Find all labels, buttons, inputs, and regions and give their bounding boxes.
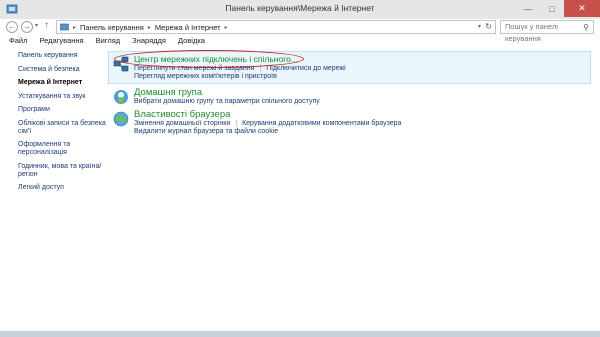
category-links-row: Вибрати домашню групу та параметри спіль… xyxy=(134,98,320,105)
category-title-internet-options[interactable]: Властивості браузера xyxy=(134,109,230,120)
back-button[interactable]: ← xyxy=(6,21,18,33)
breadcrumb-chevron-icon: ▸ xyxy=(73,24,77,31)
sidebar: Панель керування Система й безпека Мереж… xyxy=(18,52,108,198)
menu-view[interactable]: Вигляд xyxy=(96,36,121,48)
taskbar xyxy=(0,331,600,337)
navigation-bar: ← → ▾ ↑ ▸ Панель керування ▸ Мережа й Ін… xyxy=(0,19,600,43)
menu-bar: Файл Редагування Вигляд Знаряддя Довідка xyxy=(0,36,600,48)
window-controls: — □ ✕ xyxy=(516,0,600,17)
sidebar-item-appearance[interactable]: Оформлення та персоналізація xyxy=(18,141,108,157)
link-change-home-page[interactable]: Змінення домашньої сторінки xyxy=(134,120,230,127)
menu-file[interactable]: Файл xyxy=(9,36,27,48)
category-links-row: Перегляд мережних комп'ютерів і пристрої… xyxy=(134,73,277,80)
back-arrow-icon: ← xyxy=(8,22,16,31)
link-manage-addons[interactable]: Керування додатковими компонентами брауз… xyxy=(242,120,401,127)
menu-tools[interactable]: Знаряддя xyxy=(132,36,166,48)
up-button[interactable]: ↑ xyxy=(44,20,49,31)
search-icon[interactable]: ⚲ xyxy=(583,22,589,34)
link-view-network-computers[interactable]: Перегляд мережних комп'ютерів і пристрої… xyxy=(134,73,277,80)
category-links-row: Видалити журнал браузера та файли cookie xyxy=(134,128,278,135)
link-delete-browsing-history[interactable]: Видалити журнал браузера та файли cookie xyxy=(134,128,278,135)
sidebar-item-programs[interactable]: Програми xyxy=(18,106,108,114)
address-dropdown-icon[interactable]: ▾ xyxy=(478,23,481,30)
annotation-highlight-oval xyxy=(114,50,304,68)
link-choose-homegroup[interactable]: Вибрати домашню групу та параметри спіль… xyxy=(134,98,320,105)
search-input[interactable]: Пошук у панелі керування ⚲ xyxy=(500,20,594,43)
breadcrumb-control-panel[interactable]: Панель керування xyxy=(80,23,144,32)
control-panel-small-icon xyxy=(60,23,69,30)
sidebar-item-ease-of-access[interactable]: Легкий доступ xyxy=(18,184,108,192)
breadcrumb-network-internet[interactable]: Мережа й Інтернет xyxy=(155,23,221,32)
menu-help[interactable]: Довідка xyxy=(178,36,205,48)
forward-arrow-icon: → xyxy=(23,22,31,31)
category-internet-options: Властивості браузера Змінення домашньої … xyxy=(113,109,593,137)
sidebar-item-network-internet: Мережа й Інтернет xyxy=(18,79,83,86)
link-separator: | xyxy=(235,120,238,127)
sidebar-item-system-security[interactable]: Система й безпека xyxy=(18,66,108,74)
homegroup-icon xyxy=(114,90,128,104)
category-title-homegroup[interactable]: Домашня група xyxy=(134,87,202,98)
maximize-button[interactable]: □ xyxy=(540,0,564,17)
sidebar-item-hardware-sound[interactable]: Устаткування та звук xyxy=(18,93,108,101)
internet-options-globe-icon xyxy=(113,111,129,127)
minimize-button[interactable]: — xyxy=(516,0,540,17)
category-homegroup: Домашня група Вибрати домашню групу та п… xyxy=(113,87,593,109)
forward-button[interactable]: → xyxy=(21,21,33,33)
category-links-row: Змінення домашньої сторінки | Керування до… xyxy=(134,120,401,127)
breadcrumb-chevron-icon: ▸ xyxy=(147,24,151,31)
link-connect-to-network[interactable]: Підключитися до мережі xyxy=(266,65,345,72)
menu-edit[interactable]: Редагування xyxy=(39,36,83,48)
close-button[interactable]: ✕ xyxy=(564,0,600,17)
sidebar-item-user-accounts[interactable]: Облікові записи та безпека сім'ї xyxy=(18,120,108,136)
refresh-icon[interactable]: ↻ xyxy=(485,22,492,31)
recent-locations-dropdown-icon[interactable]: ▾ xyxy=(35,22,38,29)
address-bar[interactable]: ▸ Панель керування ▸ Мережа й Інтернет ▸… xyxy=(56,20,496,34)
window-title: Панель керування\Мережа й Інтернет xyxy=(225,3,375,13)
title-bar: Панель керування\Мережа й Інтернет — □ ✕ xyxy=(0,0,600,20)
breadcrumb-chevron-icon: ▸ xyxy=(224,24,228,31)
sidebar-item-control-panel-home[interactable]: Панель керування xyxy=(18,52,108,60)
sidebar-item-clock-region[interactable]: Годинник, мова та країна/регіон xyxy=(18,163,108,179)
